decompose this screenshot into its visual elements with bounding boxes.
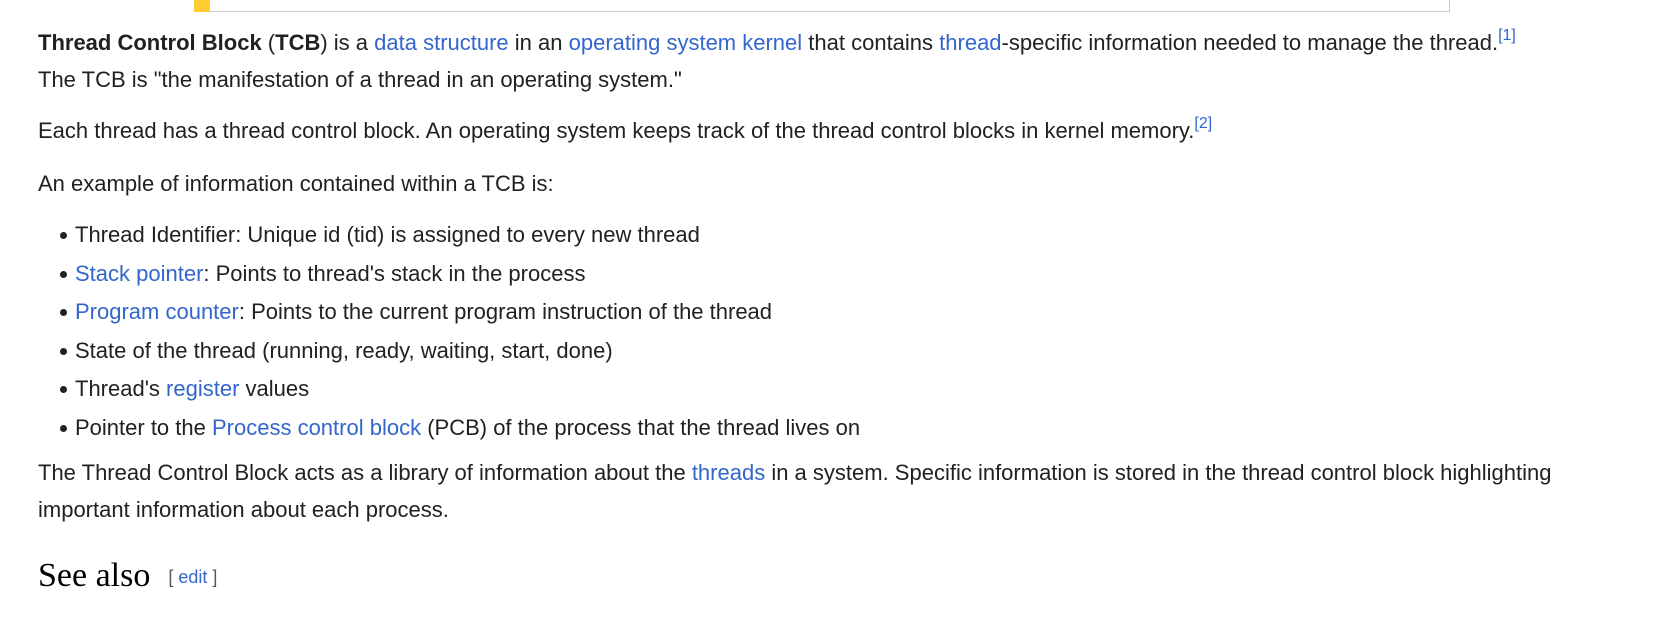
link-thread[interactable]: thread <box>939 30 1001 55</box>
bullet-icon <box>60 386 67 393</box>
list-item: State of the thread (running, ready, wai… <box>60 332 1638 371</box>
intro-text: -specific information needed to manage t… <box>1001 30 1499 55</box>
link-threads[interactable]: threads <box>692 460 765 485</box>
paragraph-kernel-memory: Each thread has a thread control block. … <box>38 112 1638 149</box>
edit-bracket: ] <box>207 567 218 587</box>
list-item: Thread's register values <box>60 370 1638 409</box>
hatnote-accent-bar <box>194 0 210 12</box>
intro-text: that contains <box>802 30 940 55</box>
bullet-icon <box>60 270 67 278</box>
list-item: Program counter: Points to the current p… <box>60 293 1638 332</box>
link-program-counter[interactable]: Program counter <box>75 299 239 324</box>
link-stack-pointer[interactable]: Stack pointer <box>75 261 203 286</box>
bullet-icon <box>60 232 67 239</box>
link-data-structure[interactable]: data structure <box>374 30 509 55</box>
intro-text: ( <box>261 30 276 55</box>
list-item-text: State of the thread (running, ready, wai… <box>75 337 613 363</box>
list-item-text: : Points to thread's stack in the proces… <box>203 260 586 286</box>
intro-paragraph: Thread Control Block (TCB) is a data str… <box>38 24 1638 98</box>
intro-text: The TCB is "the manifestation of a threa… <box>38 67 682 92</box>
list-item-text: values <box>239 376 310 401</box>
list-item: Thread Identifier: Unique id (tid) is as… <box>60 216 1638 255</box>
intro-text: ) is a <box>320 30 375 55</box>
heading-text: See also <box>38 557 151 594</box>
paragraph-library: The Thread Control Block acts as a libra… <box>38 454 1638 528</box>
bullet-icon <box>60 424 67 432</box>
list-item-text: Pointer to the <box>75 414 212 440</box>
list-item: Stack pointer: Points to thread's stack … <box>60 255 1638 294</box>
paragraph-text: Each thread has a thread control block. … <box>38 118 1195 143</box>
edit-section-link[interactable]: edit <box>178 567 207 587</box>
intro-text: in an <box>508 30 569 55</box>
link-operating-system-kernel[interactable]: operating system kernel <box>569 30 803 55</box>
paragraph-example-intro: An example of information contained with… <box>38 171 554 196</box>
list-item-text: Thread's <box>75 376 167 401</box>
reference-2[interactable]: [2] <box>1194 115 1212 132</box>
list-item-text: (PCB) of the process that the thread liv… <box>421 414 861 440</box>
article-content: Thread Control Block (TCB) is a data str… <box>38 24 1638 597</box>
hatnote-box <box>194 0 1450 12</box>
bullet-icon <box>60 309 67 316</box>
edit-bracket: [ <box>168 567 179 587</box>
section-heading-see-also: See also [ edit ] <box>38 556 1638 597</box>
edit-section: [ edit ] <box>168 567 217 587</box>
paragraph-text: The Thread Control Block acts as a libra… <box>38 460 692 485</box>
reference-1[interactable]: [1] <box>1498 27 1516 44</box>
list-item-text: : Points to the current program instruct… <box>238 299 773 324</box>
bold-term: Thread Control Block <box>38 30 262 55</box>
bold-abbr: TCB <box>275 30 321 55</box>
list-item-text: Thread Identifier: Unique id (tid) is as… <box>75 222 700 247</box>
tcb-info-list: Thread Identifier: Unique id (tid) is as… <box>38 216 1638 447</box>
link-process-control-block[interactable]: Process control block <box>212 415 421 440</box>
bullet-icon <box>60 347 67 355</box>
list-item: Pointer to the Process control block (PC… <box>60 409 1638 448</box>
link-register[interactable]: register <box>166 376 239 401</box>
